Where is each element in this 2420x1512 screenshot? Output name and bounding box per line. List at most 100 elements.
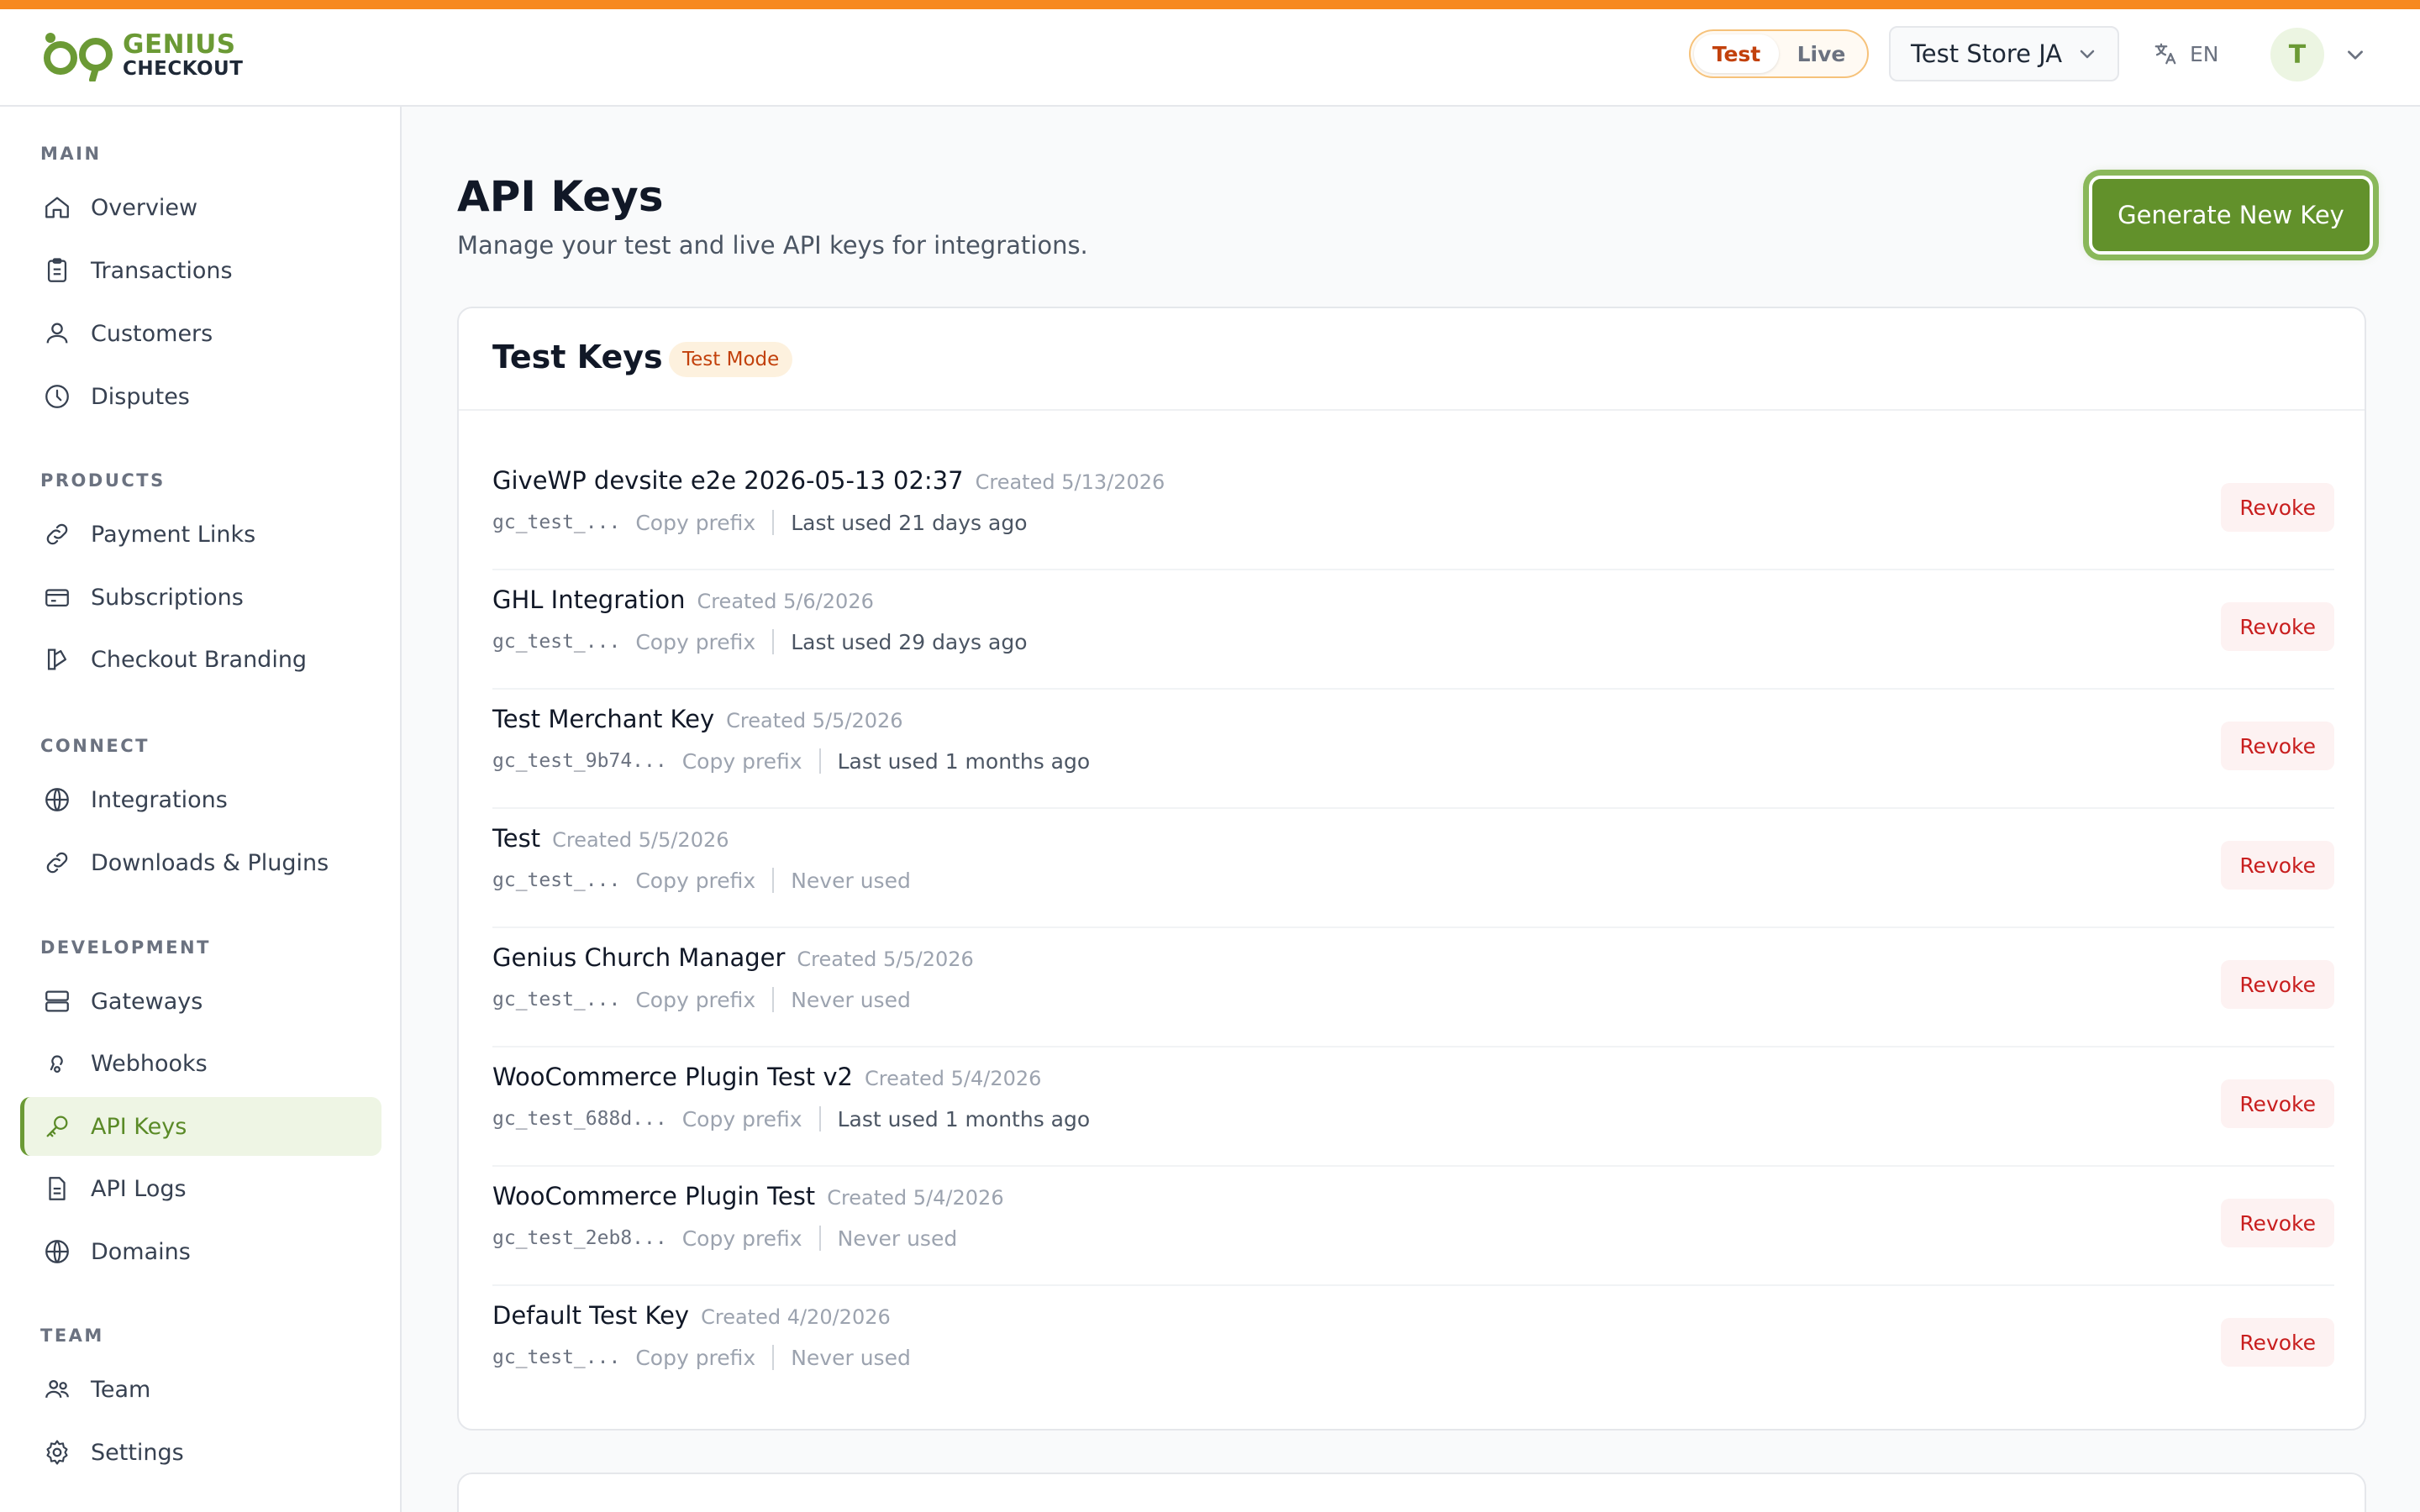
sidebar-item-overview[interactable]: Overview — [20, 178, 381, 237]
sidebar-item-webhooks[interactable]: Webhooks — [20, 1034, 381, 1093]
sidebar-section-products: PRODUCTS — [40, 470, 166, 491]
copy-prefix-button[interactable]: Copy prefix — [635, 988, 755, 1012]
globe-icon — [42, 785, 72, 815]
store-selector-value: Test Store JA — [1911, 39, 2063, 68]
mode-toggle: Test Live — [1689, 29, 1869, 78]
sidebar-item-downloads-plugins[interactable]: Downloads & Plugins — [20, 833, 381, 892]
revoke-button[interactable]: Revoke — [2221, 602, 2334, 651]
key-created: Created 5/5/2026 — [726, 709, 903, 732]
sidebar-item-settings[interactable]: Settings — [20, 1423, 381, 1482]
sidebar-item-label: Downloads & Plugins — [91, 849, 329, 876]
copy-prefix-button[interactable]: Copy prefix — [635, 869, 755, 893]
logo-text: GENIUS CHECKOUT — [123, 32, 243, 79]
key-created: Created 5/6/2026 — [697, 590, 874, 613]
key-last-used: Last used 1 months ago — [837, 1106, 1091, 1131]
key-last-used: Last used 1 months ago — [837, 748, 1091, 774]
key-prefix: gc_test_... — [492, 631, 621, 653]
sidebar-item-checkout-branding[interactable]: Checkout Branding — [20, 630, 381, 689]
copy-prefix-button[interactable]: Copy prefix — [635, 511, 755, 535]
sidebar-item-label: Team — [91, 1376, 151, 1403]
key-created: Created 5/5/2026 — [552, 828, 729, 852]
key-name: WooCommerce Plugin Test v2 — [492, 1063, 854, 1091]
copy-prefix-button[interactable]: Copy prefix — [682, 1107, 802, 1131]
revoke-button[interactable]: Revoke — [2221, 722, 2334, 770]
test-keys-header: Test Keys Test Mode — [459, 308, 2365, 411]
sidebar-item-payment-links[interactable]: Payment Links — [20, 505, 381, 564]
sidebar-item-label: API Keys — [91, 1113, 187, 1140]
sidebar: MAIN Overview Transactions Customers Dis… — [0, 107, 402, 1512]
key-name: GHL Integration — [492, 585, 686, 614]
divider — [818, 1226, 821, 1251]
sidebar-item-label: API Logs — [91, 1175, 187, 1202]
mode-live-button[interactable]: Live — [1779, 34, 1864, 73]
key-created: Created 5/13/2026 — [975, 470, 1165, 494]
sidebar-item-api-keys[interactable]: API Keys — [20, 1097, 381, 1156]
test-keys-card: Test Keys Test Mode GiveWP devsite e2e 2… — [457, 307, 2366, 1431]
sidebar-item-label: Transactions — [91, 257, 233, 284]
key-last-used: Last used 29 days ago — [791, 629, 1028, 654]
sidebar-item-customers[interactable]: Customers — [20, 304, 381, 363]
top-header: GENIUS CHECKOUT Test Live Test Store JA … — [0, 9, 2420, 107]
file-icon — [42, 1173, 72, 1204]
key-prefix: gc_test_... — [492, 1347, 621, 1368]
brand-logo[interactable]: GENIUS CHECKOUT — [40, 28, 243, 83]
generate-new-key-button[interactable]: Generate New Key — [2089, 176, 2373, 255]
avatar: T — [2270, 28, 2324, 81]
key-name: Genius Church Manager — [492, 943, 786, 972]
revoke-button[interactable]: Revoke — [2221, 1318, 2334, 1367]
copy-prefix-button[interactable]: Copy prefix — [682, 749, 802, 774]
sidebar-item-integrations[interactable]: Integrations — [20, 770, 381, 829]
clock-icon — [42, 381, 72, 412]
sidebar-section-development: DEVELOPMENT — [40, 937, 211, 958]
users-icon — [42, 318, 72, 349]
key-name: Default Test Key — [492, 1301, 690, 1330]
chevron-down-icon — [2348, 50, 2363, 60]
store-selector[interactable]: Test Store JA — [1889, 26, 2119, 81]
copy-prefix-button[interactable]: Copy prefix — [635, 1346, 755, 1370]
sidebar-item-label: Payment Links — [91, 521, 256, 548]
sidebar-item-subscriptions[interactable]: Subscriptions — [20, 568, 381, 627]
sidebar-item-label: Gateways — [91, 988, 203, 1015]
sidebar-item-label: Webhooks — [91, 1050, 208, 1077]
copy-prefix-button[interactable]: Copy prefix — [682, 1226, 802, 1251]
sidebar-item-team[interactable]: Team — [20, 1360, 381, 1419]
link-icon — [42, 519, 72, 549]
test-keys-title: Test Keys — [492, 339, 663, 375]
language-selector[interactable]: EN — [2153, 34, 2219, 73]
sidebar-item-label: Checkout Branding — [91, 646, 308, 673]
revoke-button[interactable]: Revoke — [2221, 483, 2334, 532]
key-prefix: gc_test_9b74... — [492, 750, 667, 772]
sidebar-item-domains[interactable]: Domains — [20, 1222, 381, 1281]
revoke-button[interactable]: Revoke — [2221, 841, 2334, 890]
team-icon — [42, 1374, 72, 1404]
user-menu[interactable]: T — [2270, 28, 2366, 81]
copy-prefix-button[interactable]: Copy prefix — [635, 630, 755, 654]
key-prefix: gc_test_688d... — [492, 1108, 667, 1130]
revoke-button[interactable]: Revoke — [2221, 1199, 2334, 1247]
logo-line-1: GENIUS — [123, 29, 236, 60]
key-icon — [42, 1111, 72, 1142]
credit-card-icon — [42, 582, 72, 612]
divider — [772, 868, 775, 893]
revoke-button[interactable]: Revoke — [2221, 1079, 2334, 1128]
key-prefix: gc_test_... — [492, 869, 621, 891]
top-accent-bar — [0, 0, 2420, 9]
chevron-down-icon — [2080, 50, 2095, 59]
mode-test-button[interactable]: Test — [1694, 34, 1779, 73]
sidebar-item-label: Settings — [91, 1439, 184, 1466]
clipboard-icon — [42, 255, 72, 286]
revoke-button[interactable]: Revoke — [2221, 960, 2334, 1009]
key-row: Genius Church Manager Created 5/5/2026 gc… — [492, 928, 2334, 1047]
language-label: EN — [2190, 41, 2219, 66]
sidebar-item-label: Integrations — [91, 786, 228, 813]
divider — [772, 510, 775, 535]
sidebar-item-label: Customers — [91, 320, 213, 347]
sidebar-item-api-logs[interactable]: API Logs — [20, 1159, 381, 1218]
sidebar-item-transactions[interactable]: Transactions — [20, 241, 381, 300]
sidebar-item-disputes[interactable]: Disputes — [20, 367, 381, 426]
home-icon — [42, 192, 72, 223]
sidebar-item-label: Disputes — [91, 383, 190, 410]
link-icon — [42, 848, 72, 878]
sidebar-item-gateways[interactable]: Gateways — [20, 972, 381, 1031]
server-icon — [42, 986, 72, 1016]
